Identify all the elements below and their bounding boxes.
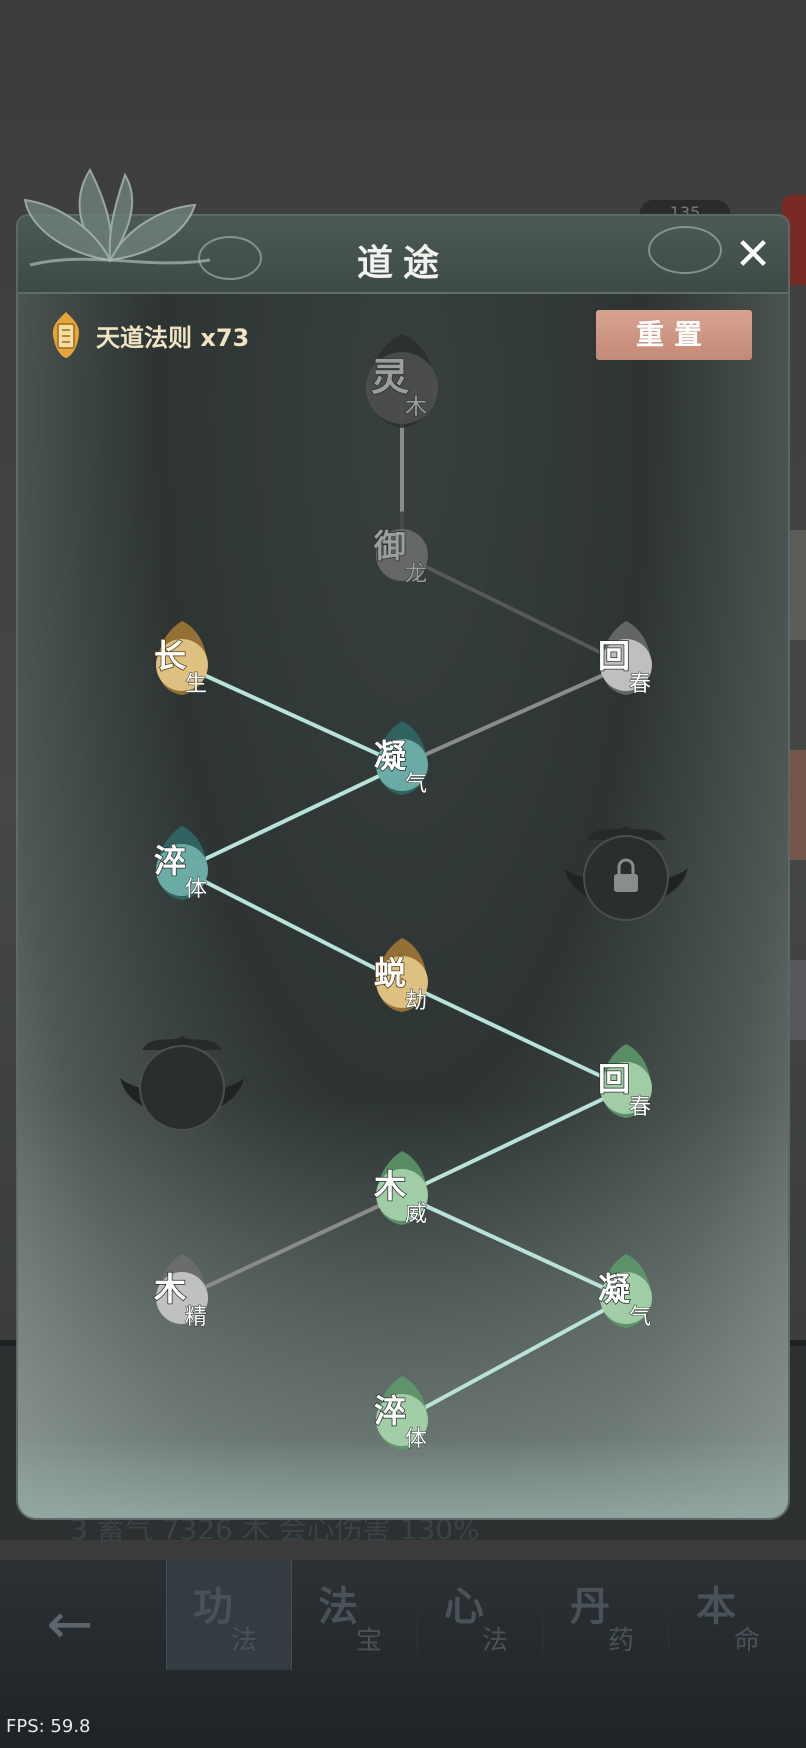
padlock-icon (614, 874, 638, 892)
skill-node[interactable]: 御龙 (372, 511, 428, 588)
tree-link (181, 1193, 403, 1300)
node-sub-label: 木 (405, 395, 427, 420)
node-main-label: 回 (598, 637, 630, 675)
tree-link (401, 1086, 627, 1197)
skill-node[interactable]: 淬体 (373, 1376, 428, 1453)
tree-link (181, 868, 403, 984)
skill-node[interactable]: 回春 (597, 1044, 652, 1121)
skill-node[interactable]: 凝气 (597, 1254, 652, 1331)
node-main-label: 木 (153, 1270, 186, 1308)
tree-link (401, 1193, 627, 1300)
skill-tree: 灵木御龙长生回春凝气淬体蜕劫回春木威木精凝气淬体 (120, 334, 688, 1453)
node-sub-label: 春 (629, 672, 651, 697)
node-sub-label: 威 (405, 1202, 427, 1227)
skill-node[interactable]: 木精 (152, 1254, 208, 1331)
node-main-label: 凝 (598, 1270, 630, 1308)
skill-node[interactable]: 木威 (372, 1151, 428, 1228)
node-sub-label: 体 (185, 877, 207, 902)
node-main-label: 淬 (374, 1392, 406, 1430)
skill-node[interactable]: 长生 (153, 621, 208, 698)
node-main-label: 御 (373, 527, 406, 565)
node-sub-label: 生 (185, 672, 207, 697)
skill-node[interactable]: 凝气 (373, 721, 428, 798)
skill-node[interactable]: 灵木 (366, 334, 438, 428)
tree-link (181, 663, 403, 767)
node-main-label: 回 (598, 1060, 630, 1098)
tree-link (401, 663, 627, 767)
empty-slot (139, 1045, 225, 1131)
tree-link (401, 1296, 627, 1422)
node-main-label: 长 (154, 637, 186, 675)
tree-link (401, 553, 627, 667)
node-sub-label: 体 (405, 1427, 427, 1452)
node-main-label: 灵 (371, 354, 409, 399)
node-sub-label: 气 (629, 1305, 651, 1330)
node-main-label: 凝 (374, 737, 406, 775)
skill-node[interactable] (120, 1036, 244, 1131)
skill-node[interactable] (564, 826, 688, 921)
node-sub-label: 龙 (405, 562, 427, 587)
node-main-label: 淬 (154, 842, 186, 880)
node-sub-label: 劫 (405, 989, 427, 1014)
node-main-label: 蜕 (374, 954, 406, 992)
skill-node[interactable]: 回春 (597, 621, 652, 698)
skill-node[interactable]: 蜕劫 (373, 938, 428, 1015)
node-main-label: 木 (373, 1167, 406, 1205)
node-sub-label: 精 (185, 1305, 207, 1330)
node-sub-label: 春 (629, 1095, 651, 1120)
tree-link (401, 980, 627, 1090)
skill-node[interactable]: 淬体 (153, 826, 208, 903)
node-sub-label: 气 (405, 772, 427, 797)
tree-link (181, 763, 403, 872)
